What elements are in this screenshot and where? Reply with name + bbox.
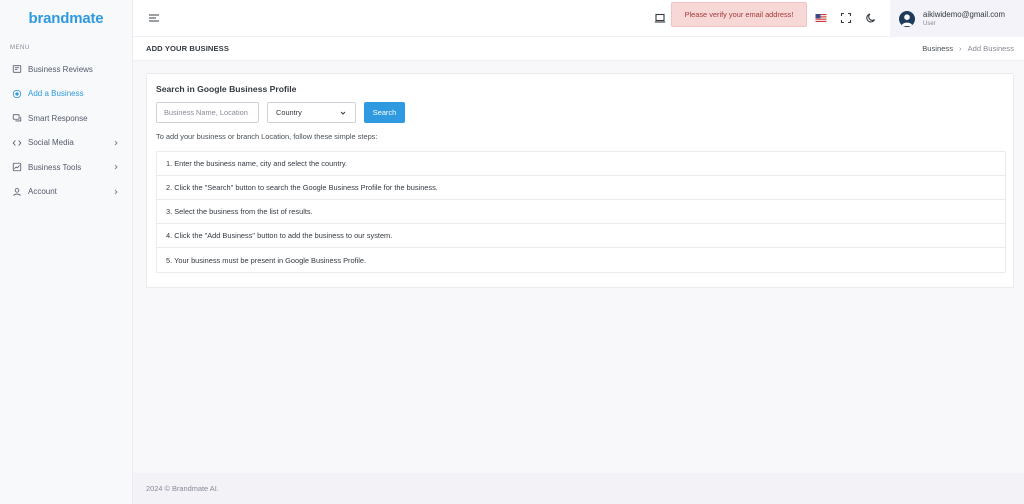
sidebar-item-social-media[interactable]: Social Media — [0, 131, 132, 156]
list-item: 5. Your business must be present in Goog… — [166, 255, 367, 265]
search-button[interactable]: Search — [364, 102, 405, 123]
reviews-icon — [12, 64, 22, 74]
verify-email-alert[interactable]: Please verify your email address! — [671, 2, 807, 27]
sidebar-item-label: Social Media — [28, 138, 74, 148]
laptop-icon[interactable] — [653, 11, 667, 25]
breadcrumb-separator-icon: › — [959, 44, 962, 53]
sidebar-item-business-reviews[interactable]: Business Reviews — [0, 57, 132, 82]
steps-list: 1. Enter the business name, city and sel… — [156, 151, 1006, 273]
dark-mode-moon-icon[interactable] — [864, 11, 878, 25]
list-item: 3. Select the business from the list of … — [157, 200, 1005, 224]
copyright-text: 2024 © Brandmate AI. — [146, 484, 219, 493]
menu-title: MENU — [10, 45, 30, 51]
chevron-right-icon — [114, 140, 118, 145]
brand-logo[interactable]: brandmate — [0, 0, 132, 37]
sidebar: brandmate MENU Business Reviews Add a Bu… — [0, 0, 133, 504]
sidebar-item-label: Account — [28, 187, 57, 197]
user-meta: aikiwidemo@gmail.com User — [923, 10, 1005, 27]
user-profile-dropdown[interactable]: aikiwidemo@gmail.com User — [890, 0, 1024, 37]
avatar — [899, 10, 915, 27]
page-title: ADD YOUR BUSINESS — [146, 44, 229, 53]
country-select-label: Country — [276, 108, 302, 117]
chevron-down-icon — [340, 111, 346, 115]
breadcrumb-current: Add Business — [967, 44, 1014, 53]
sidebar-item-label: Smart Response — [28, 113, 88, 123]
list-item: 1. Enter the business name, city and sel… — [157, 152, 1005, 176]
sidebar-item-smart-response[interactable]: Smart Response — [0, 106, 132, 131]
list-item: 4. Click the "Add Business" button to ad… — [157, 224, 1005, 248]
breadcrumb: Business › Add Business — [922, 44, 1014, 53]
us-flag-icon[interactable] — [814, 11, 828, 25]
user-email: aikiwidemo@gmail.com — [923, 10, 1006, 19]
footer: 2024 © Brandmate AI. — [133, 473, 1024, 504]
code-icon — [12, 138, 22, 148]
country-select[interactable]: Country — [267, 102, 356, 123]
user-role: User — [923, 21, 936, 27]
breadcrumb-business-link[interactable]: Business — [922, 44, 953, 53]
chevron-right-icon — [114, 189, 118, 194]
business-search-input[interactable] — [156, 102, 259, 123]
list-item: 2. Click the "Search" button to search t… — [157, 176, 1005, 200]
sidebar-item-label: Add a Business — [28, 89, 84, 99]
sidebar-item-account[interactable]: Account — [0, 180, 132, 205]
instructions-text: To add your business or branch Location,… — [156, 132, 378, 141]
user-icon — [12, 187, 22, 197]
chevron-right-icon — [114, 164, 118, 170]
sidebar-item-add-a-business[interactable]: Add a Business — [0, 82, 132, 107]
chart-icon — [12, 162, 22, 172]
topbar: Please verify your email address! aikiwi… — [133, 0, 1024, 37]
sidebar-item-business-tools[interactable]: Business Tools — [0, 155, 132, 180]
fullscreen-icon[interactable] — [839, 11, 853, 25]
card-title: Search in Google Business Profile — [156, 84, 297, 94]
sidebar-item-label: Business Reviews — [28, 64, 93, 74]
chat-icon — [12, 113, 22, 123]
hamburger-menu-icon[interactable] — [147, 12, 161, 24]
search-card: Search in Google Business Profile Countr… — [146, 73, 1014, 288]
plus-circle-icon — [12, 89, 22, 99]
page-header: ADD YOUR BUSINESS Business › Add Busines… — [133, 37, 1024, 61]
sidebar-item-label: Business Tools — [28, 162, 82, 172]
